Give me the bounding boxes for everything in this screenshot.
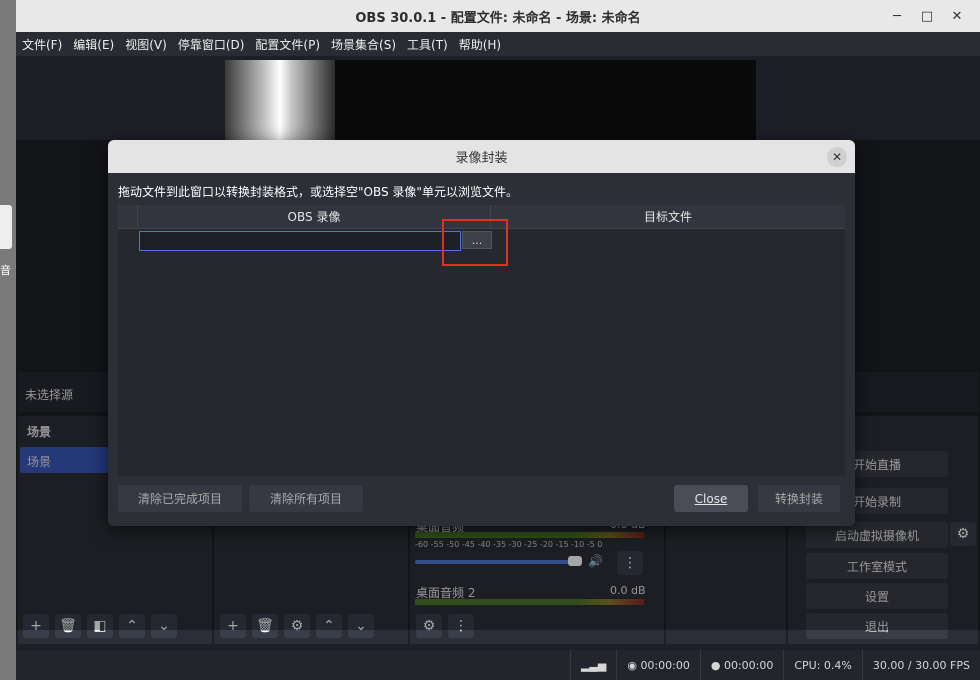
desktop-document-icon [0,205,12,249]
preview-canvas[interactable] [225,60,756,142]
clear-finished-button[interactable]: 清除已完成项目 [118,485,242,512]
recording-status: ◉ 00:00:00 [616,650,700,680]
menu-docks[interactable]: 停靠窗口(D) [178,36,245,53]
highlight-box [442,219,508,266]
dialog-instruction: 拖动文件到此窗口以转换封装格式，或选择空"OBS 录像"单元以浏览文件。 [118,185,518,199]
window-close-button[interactable]: ✕ [944,6,970,26]
dialog-titlebar: 录像封装 ✕ [108,140,855,173]
streaming-status: ● 00:00:00 [699,650,784,680]
dialog-close-icon[interactable]: ✕ [827,147,847,167]
menu-help[interactable]: 帮助(H) [459,36,501,53]
menu-view[interactable]: 视图(V) [125,36,167,53]
network-icon: ▂▃▅ [569,650,616,680]
menu-edit[interactable]: 编辑(E) [73,36,114,53]
minimize-button[interactable]: ─ [884,6,910,26]
col-target-header: 目标文件 [643,210,692,224]
remux-dialog: 录像封装 ✕ 拖动文件到此窗口以转换封装格式，或选择空"OBS 录像"单元以浏览… [108,140,855,526]
menu-file[interactable]: 文件(F) [22,36,62,53]
col-source-header: OBS 录像 [138,205,491,228]
menu-bar: 文件(F) 编辑(E) 视图(V) 停靠窗口(D) 配置文件(P) 场景集合(S… [16,32,980,56]
recording-time: 00:00:00 [640,658,690,672]
streaming-time: 00:00:00 [723,658,774,672]
window-titlebar: OBS 30.0.1 - 配置文件: 未命名 - 场景: 未命名 ─ □ ✕ [16,0,980,32]
status-bar: ▂▃▅ ◉ 00:00:00 ● 00:00:00 CPU: 0.4% 30.0… [16,650,980,680]
window-title: OBS 30.0.1 - 配置文件: 未命名 - 场景: 未命名 [355,10,641,26]
menu-tools[interactable]: 工具(T) [407,36,448,53]
dialog-close-button[interactable]: Close [674,485,748,512]
remux-button[interactable]: 转换封装 [758,485,840,512]
row-number-cell [118,231,138,251]
menu-scene-collection[interactable]: 场景集合(S) [331,36,396,53]
cpu-usage: CPU: 0.4% [783,650,862,680]
maximize-button[interactable]: □ [914,6,940,26]
source-file-input[interactable] [139,231,461,251]
row-number-header [118,205,138,228]
clear-all-button[interactable]: 清除所有项目 [249,485,363,512]
menu-profile[interactable]: 配置文件(P) [255,36,320,53]
dialog-title: 录像封装 [455,151,508,166]
fps-readout: 30.00 / 30.00 FPS [861,650,980,680]
